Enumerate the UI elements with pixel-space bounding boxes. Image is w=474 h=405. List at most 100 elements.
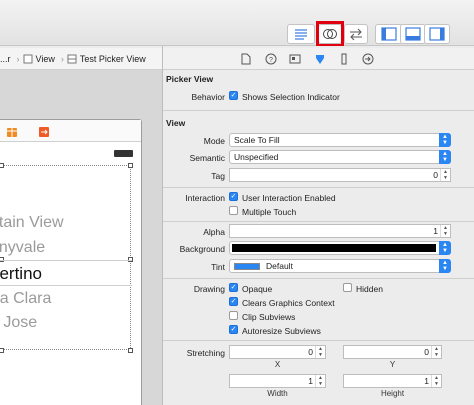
scene-dock xyxy=(0,120,141,142)
stepper-icon[interactable]: ▲ ▼ xyxy=(315,375,325,387)
navigator-toggle-button[interactable] xyxy=(375,24,403,44)
version-editor-icon xyxy=(350,28,362,41)
opaque-checkbox[interactable]: ✓ xyxy=(229,283,238,292)
tag-field[interactable]: 0 ▲ ▼ xyxy=(229,168,451,182)
standard-editor-button[interactable] xyxy=(287,24,315,44)
attributes-inspector-tab[interactable] xyxy=(312,51,328,67)
autoresize-subviews-label: Autoresize Subviews xyxy=(242,326,321,336)
tag-label: Tag xyxy=(211,171,225,181)
height-caption: Height xyxy=(380,389,405,398)
utilities-panel-icon xyxy=(429,27,445,41)
tag-value: 0 xyxy=(433,170,438,180)
breadcrumb-label: View xyxy=(35,53,55,64)
resize-handle[interactable] xyxy=(0,163,4,168)
background-color-well[interactable]: ▲ ▼ xyxy=(229,241,451,255)
stretch-y-value: 0 xyxy=(424,347,429,357)
hidden-checkbox[interactable] xyxy=(343,283,352,292)
alpha-label: Alpha xyxy=(203,227,225,237)
debug-area-toggle-button[interactable] xyxy=(400,24,426,44)
stepper-icon[interactable]: ▲ ▼ xyxy=(315,346,325,358)
version-editor-button[interactable] xyxy=(344,24,368,44)
drawing-label: Drawing xyxy=(193,284,225,294)
picker-row: nnyvale xyxy=(0,239,46,256)
size-inspector-tab[interactable] xyxy=(336,51,352,67)
battery-icon xyxy=(114,150,133,157)
stretch-x-value: 0 xyxy=(308,347,313,357)
breadcrumb-item[interactable]: ...r xyxy=(0,54,11,64)
clears-graphics-checkbox[interactable]: ✓ xyxy=(229,297,238,306)
autoresize-subviews-checkbox[interactable]: ✓ xyxy=(229,325,238,334)
exit-icon[interactable] xyxy=(38,126,50,138)
xcode-window: ...r › View › Test Picker View tain View… xyxy=(0,0,474,405)
resize-handle[interactable] xyxy=(0,348,4,353)
view-icon xyxy=(23,54,32,63)
mode-popup[interactable]: Scale To Fill ▲ ▼ xyxy=(229,133,451,147)
quick-help-tab[interactable]: ? xyxy=(263,51,279,67)
file-inspector-tab[interactable] xyxy=(238,51,254,67)
multiple-touch-label: Multiple Touch xyxy=(242,207,297,217)
file-icon xyxy=(241,53,251,65)
help-icon: ? xyxy=(265,53,277,65)
storyboard-canvas[interactable]: ntain View nnyvale pertino rta Clara n J… xyxy=(0,70,162,405)
hidden-label: Hidden xyxy=(356,284,383,294)
tint-color-swatch xyxy=(234,262,260,270)
popup-arrow-icon: ▲ ▼ xyxy=(439,150,451,164)
jump-bar: ...r › View › Test Picker View xyxy=(0,48,163,70)
shows-selection-checkbox[interactable]: ✓ xyxy=(229,91,238,100)
opaque-label: Opaque xyxy=(242,284,273,294)
breadcrumb-item-view[interactable]: View xyxy=(23,54,55,64)
stepper-icon[interactable]: ▲ ▼ xyxy=(431,375,441,387)
multiple-touch-checkbox[interactable] xyxy=(229,206,238,215)
identity-inspector-tab[interactable] xyxy=(287,51,303,67)
stepper-icon[interactable]: ▲ ▼ xyxy=(440,225,450,237)
divider xyxy=(163,278,474,279)
divider xyxy=(163,340,474,341)
interaction-label: Interaction xyxy=(185,193,225,203)
svg-text:?: ? xyxy=(269,57,273,64)
tint-popup[interactable]: Default ▲ ▼ xyxy=(229,259,451,273)
inspector-tabs: ? xyxy=(163,48,474,70)
width-caption: Width xyxy=(267,389,288,398)
semantic-popup[interactable]: Unspecified ▲ ▼ xyxy=(229,150,451,164)
background-label: Background xyxy=(179,244,225,254)
behavior-label: Behavior xyxy=(191,92,225,102)
stretch-y-field[interactable]: 0 ▲ ▼ xyxy=(343,345,442,359)
tint-label: Tint xyxy=(211,262,225,272)
clears-graphics-label: Clears Graphics Context xyxy=(242,298,335,308)
breadcrumb-label: Test Picker View xyxy=(79,53,146,64)
stretch-width-value: 1 xyxy=(308,376,313,386)
user-interaction-checkbox[interactable]: ✓ xyxy=(229,192,238,201)
divider xyxy=(163,110,474,111)
picker-view-icon xyxy=(67,54,77,63)
stepper-icon[interactable]: ▲ ▼ xyxy=(431,346,441,358)
stepper-icon[interactable]: ▲ ▼ xyxy=(440,169,450,181)
cube-icon[interactable] xyxy=(6,126,18,138)
tint-value: Default xyxy=(266,261,293,271)
toolbar xyxy=(0,0,474,46)
stretch-height-value: 1 xyxy=(424,376,429,386)
section-title-picker-view: Picker View xyxy=(166,74,214,84)
picker-view[interactable]: ntain View nnyvale pertino rta Clara n J… xyxy=(0,163,133,353)
picker-row: ntain View xyxy=(0,214,64,231)
section-title-view: View xyxy=(166,118,186,128)
alpha-field[interactable]: 1 ▲ ▼ xyxy=(229,224,451,238)
stretch-height-field[interactable]: 1 ▲ ▼ xyxy=(343,374,442,388)
utilities-toggle-button[interactable] xyxy=(424,24,450,44)
selection-line xyxy=(0,285,132,286)
stretching-label: Stretching xyxy=(186,348,225,358)
chevron-right-icon: › xyxy=(60,53,64,64)
breadcrumb-label: ...r xyxy=(0,53,11,64)
resize-handle[interactable] xyxy=(128,348,133,353)
inspector-panel: ? Picker View Behavior ✓ Shows Selection… xyxy=(163,46,474,405)
picker-row: n Jose xyxy=(0,314,38,331)
breadcrumb-item-picker[interactable]: Test Picker View xyxy=(67,54,146,64)
identity-icon xyxy=(289,54,301,64)
view-controller-scene[interactable]: ntain View nnyvale pertino rta Clara n J… xyxy=(0,119,142,405)
stretch-x-field[interactable]: 0 ▲ ▼ xyxy=(229,345,326,359)
resize-handle[interactable] xyxy=(128,163,133,168)
clip-subviews-checkbox[interactable] xyxy=(229,311,238,320)
connections-inspector-tab[interactable] xyxy=(360,51,376,67)
stretch-width-field[interactable]: 1 ▲ ▼ xyxy=(229,374,326,388)
connections-icon xyxy=(362,53,374,65)
picker-row: rta Clara xyxy=(0,290,52,307)
